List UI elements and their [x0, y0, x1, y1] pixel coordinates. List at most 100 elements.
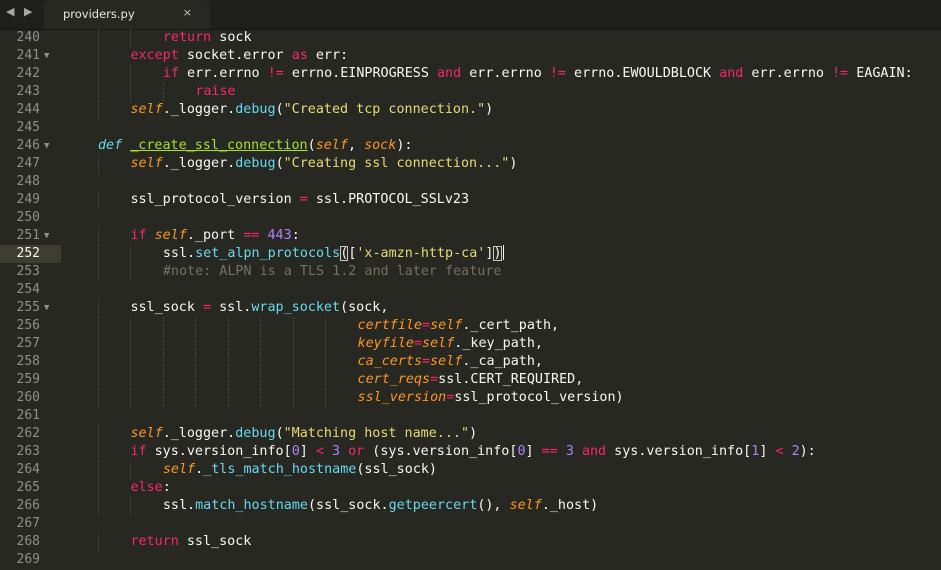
code-line[interactable]: 252 ssl.set_alpn_protocols(['x-amzn-http-…: [0, 245, 941, 263]
line-number: 245: [16, 120, 40, 135]
code-text: return sock: [163, 29, 252, 47]
code-token: =: [203, 300, 212, 315]
code-token: 2: [791, 444, 800, 459]
code-token: or: [348, 444, 365, 459]
indent-guide: [98, 317, 100, 335]
code-line[interactable]: 265 else:: [0, 479, 941, 497]
line-number: 240: [16, 30, 40, 45]
line-number: 261: [16, 408, 40, 423]
indent-guide: [130, 83, 132, 101]
indent-guide: [98, 533, 100, 551]
indent-guide: [195, 389, 197, 407]
close-icon[interactable]: ×: [183, 6, 192, 19]
code-text: return ssl_sock: [130, 533, 251, 551]
indent-guide: [130, 371, 132, 389]
code-token: ssl.PROTOCOL_SSLv23: [307, 192, 470, 207]
code-token: if: [130, 444, 147, 459]
code-token: ssl_sock: [130, 300, 203, 315]
code-line[interactable]: 256 certfile=self._cert_path,: [0, 317, 941, 335]
indent-guide: [130, 65, 132, 83]
code-token: ._logger.: [162, 156, 236, 171]
indent-guide: [292, 371, 295, 389]
line-number: 249: [16, 192, 40, 207]
code-token: ): [469, 426, 478, 441]
code-line[interactable]: 261: [0, 407, 941, 425]
code-line[interactable]: 259 cert_reqs=ssl.CERT_REQUIRED,: [0, 371, 941, 389]
indent-guide: [98, 389, 100, 407]
code-line[interactable]: 250: [0, 209, 941, 227]
code-line[interactable]: 249 ssl_protocol_version = ssl.PROTOCOL_S…: [0, 191, 941, 209]
line-number: 251: [16, 228, 40, 243]
code-token: 3: [332, 444, 341, 459]
line-number: 263: [16, 444, 40, 459]
indent-guide: [162, 335, 165, 353]
indent-guide: [98, 47, 100, 65]
code-line[interactable]: 245: [0, 119, 941, 137]
code-line[interactable]: 254: [0, 281, 941, 299]
code-token: certfile: [357, 318, 423, 333]
code-line[interactable]: 243 raise: [0, 83, 941, 101]
code-token: !=: [267, 66, 284, 81]
code-line[interactable]: 257 keyfile=self._key_path,: [0, 335, 941, 353]
code-line[interactable]: 267: [0, 515, 941, 533]
fold-arrow-icon[interactable]: ▼: [44, 227, 49, 245]
code-token: ._port: [186, 228, 244, 243]
indent-guide: [130, 497, 132, 515]
code-text: keyfile=self._key_path,: [358, 335, 543, 353]
code-token: <: [775, 444, 784, 459]
line-number: 250: [16, 210, 40, 225]
fold-arrow-icon[interactable]: ▼: [44, 137, 49, 155]
indent-guide: [260, 335, 262, 353]
code-token: and: [719, 66, 744, 81]
code-text: if sys.version_info[0] < 3 or (sys.versi…: [130, 443, 815, 461]
code-text: self._tls_match_hostname(ssl_sock): [163, 461, 437, 479]
code-line[interactable]: 255 ▼ ssl_sock = ssl.wrap_socket(sock,: [0, 299, 941, 317]
code-token: self: [130, 102, 163, 117]
code-line[interactable]: 258 ca_certs=self._ca_path,: [0, 353, 941, 371]
indent-guide: [325, 371, 327, 389]
code-line[interactable]: 260 ssl_version=ssl_protocol_version): [0, 389, 941, 407]
code-line[interactable]: 264 self._tls_match_hostname(ssl_sock): [0, 461, 941, 479]
indent-guide: [98, 155, 100, 173]
indent-guide: [130, 29, 132, 47]
tab-providers-py[interactable]: providers.py ×: [44, 0, 210, 29]
tab-nav-arrows[interactable]: ◀ ▶: [6, 5, 35, 18]
line-number: 258: [16, 354, 40, 369]
code-token: and: [437, 66, 462, 81]
fold-arrow-icon[interactable]: ▼: [44, 299, 49, 317]
indent-guide: [98, 425, 100, 443]
code-line[interactable]: 269: [0, 551, 941, 569]
code-token: debug: [235, 426, 276, 441]
code-token: self: [154, 228, 187, 243]
code-editor[interactable]: 240 return sock 241 ▼ except socket.error as…: [0, 29, 941, 570]
code-line[interactable]: 240 return sock: [0, 29, 941, 47]
indent-guide: [130, 245, 132, 263]
code-line[interactable]: 248: [0, 173, 941, 191]
code-line[interactable]: 241 ▼ except socket.error as err:: [0, 47, 941, 65]
indent-guide: [260, 317, 262, 335]
fold-arrow-icon[interactable]: ▼: [44, 47, 49, 65]
code-line[interactable]: 242 if err.errno != errno.EINPROGRESS and…: [0, 65, 941, 83]
code-token: errno.EWOULDBLOCK: [566, 66, 720, 81]
code-line[interactable]: 266 ssl.match_hostname(ssl_sock.getpeerce…: [0, 497, 941, 515]
code-line[interactable]: 244 self._logger.debug("Created tcp conne…: [0, 101, 941, 119]
code-line[interactable]: 262 self._logger.debug("Matching host nam…: [0, 425, 941, 443]
indent-guide: [130, 263, 132, 281]
code-line[interactable]: 268 return ssl_sock: [0, 533, 941, 551]
code-token: ssl_protocol_version: [130, 192, 300, 207]
code-line[interactable]: 247 self._logger.debug("Creating ssl conn…: [0, 155, 941, 173]
indent-guide: [98, 371, 100, 389]
code-token: (sys.version_info[: [364, 444, 518, 459]
code-token: (ssl_sock): [356, 462, 437, 477]
line-number: 259: [16, 372, 40, 387]
code-text: if err.errno != errno.EINPROGRESS and er…: [163, 65, 913, 83]
code-text: ssl.set_alpn_protocols(['x-amzn-http-ca'…: [163, 245, 504, 263]
code-line[interactable]: 253 #note: ALPN is a TLS 1.2 and later fe…: [0, 263, 941, 281]
code-token: ): [485, 102, 494, 117]
code-line[interactable]: 246 ▼ def _create_ssl_connection(self, soc…: [0, 137, 941, 155]
indent-guide: [130, 461, 132, 479]
code-token: debug: [235, 156, 276, 171]
code-line[interactable]: 251 ▼ if self._port == 443:: [0, 227, 941, 245]
line-number: 269: [16, 552, 40, 567]
code-line[interactable]: 263 if sys.version_info[0] < 3 or (sys.ve…: [0, 443, 941, 461]
